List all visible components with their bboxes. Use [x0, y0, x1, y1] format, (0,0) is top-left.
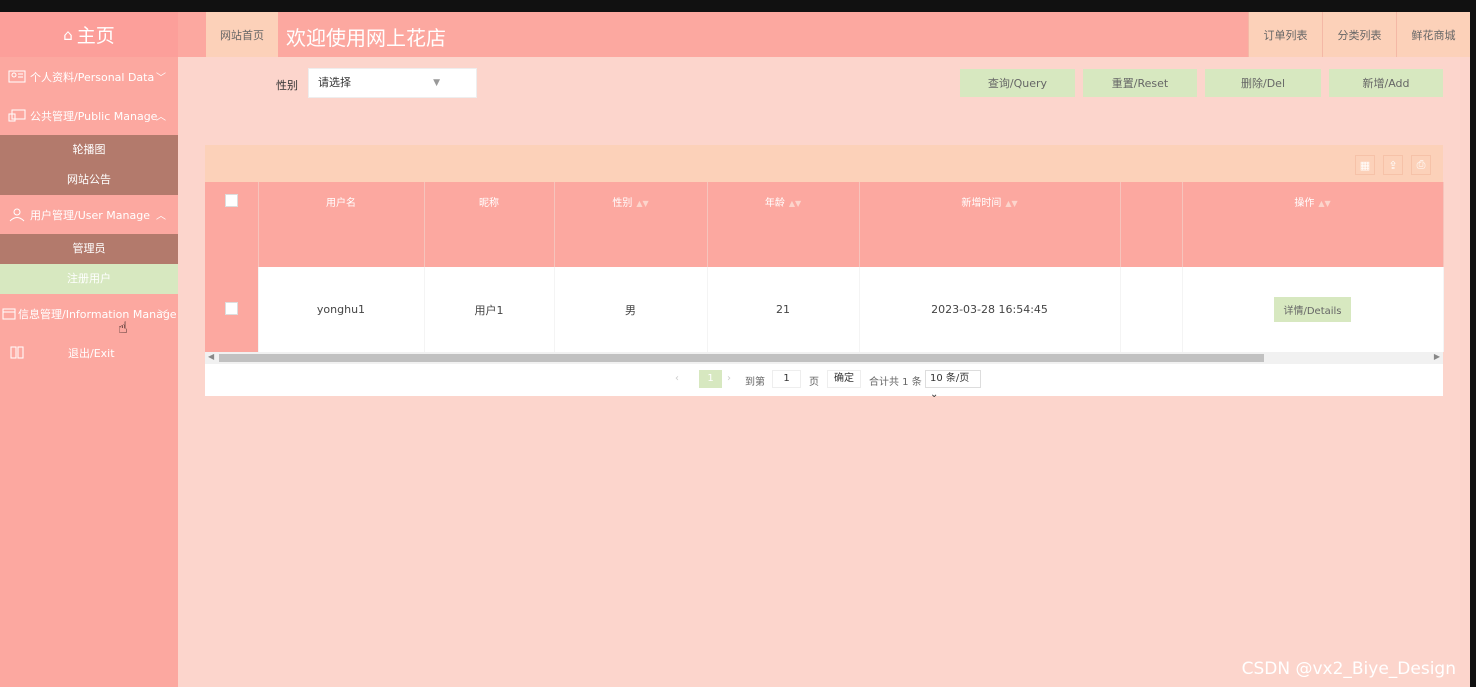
topbar: 网站首页 欢迎使用网上花店 订单列表 分类列表 鲜花商城 — [178, 12, 1470, 57]
sidebar-item-personal-data[interactable]: 个人资料/Personal Data ﹀ — [0, 57, 178, 96]
nav-category-list[interactable]: 分类列表 — [1322, 12, 1396, 57]
column-header-nickname: 昵称 — [424, 182, 555, 267]
cell-created: 2023-03-28 16:54:45 — [859, 267, 1121, 352]
select-all-checkbox[interactable] — [224, 194, 238, 207]
chevron-up-icon: ︿ — [156, 211, 166, 222]
id-card-icon — [8, 70, 26, 84]
row-select-cell — [205, 267, 259, 352]
home-tab[interactable]: 网站首页 — [206, 12, 278, 57]
select-all-header — [205, 182, 259, 267]
sidebar-logo[interactable]: ⌂ 主页 — [0, 12, 178, 57]
submenu-item-admin[interactable]: 管理员 — [0, 234, 178, 264]
cell-gender: 男 — [554, 267, 708, 352]
chevron-down-icon: ﹀ — [158, 310, 168, 321]
cell-blank — [1120, 267, 1183, 352]
cell-age: 21 — [707, 267, 860, 352]
gender-select[interactable]: 请选择 ▼ — [308, 68, 477, 98]
cell-username: yonghu1 — [258, 267, 425, 352]
print-icon[interactable]: ⎙ — [1411, 155, 1431, 175]
sidebar-item-exit[interactable]: 退出/Exit — [0, 333, 178, 372]
details-button[interactable]: 详情/Details — [1274, 297, 1351, 322]
app-window: ⌂ 主页 个人资料/Personal Data ﹀ 公共管理/Public Ma… — [0, 12, 1470, 687]
reset-button[interactable]: 重置/Reset — [1083, 69, 1197, 97]
chevron-up-icon: ︿ — [156, 112, 166, 123]
scroll-right-icon[interactable]: ▶ — [1434, 352, 1440, 361]
user-icon — [8, 208, 26, 222]
sidebar-logo-label: 主页 — [76, 25, 115, 47]
gender-filter-label: 性别 — [276, 79, 298, 92]
table-row: yonghu1 用户1 男 21 2023-03-28 16:54:45 详情/… — [205, 267, 1444, 352]
submenu-user-manage: 管理员 注册用户 — [0, 234, 178, 294]
column-header-username: 用户名 — [258, 182, 425, 267]
query-button[interactable]: 查询/Query — [960, 69, 1075, 97]
sidebar-item-information-manage[interactable]: 信息管理/Information Manage ﹀ — [0, 294, 178, 333]
door-icon — [8, 346, 26, 360]
calendar-icon — [2, 307, 16, 321]
sort-icon[interactable]: ▲▼ — [1005, 199, 1017, 208]
home-icon: ⌂ — [63, 25, 73, 44]
column-header-gender[interactable]: 性别 ▲▼ — [554, 182, 708, 267]
sort-icon[interactable]: ▲▼ — [1318, 199, 1330, 208]
nav-order-list[interactable]: 订单列表 — [1248, 12, 1322, 57]
table-header-row: 用户名 昵称 性别 ▲▼ 年龄 ▲▼ 新增时间 ▲▼ 操作 ▲▼ — [205, 182, 1444, 267]
sidebar-item-user-manage[interactable]: 用户管理/User Manage ︿ — [0, 195, 178, 234]
watermark: CSDN @vx2_Biye_Design — [1241, 659, 1456, 679]
columns-icon[interactable]: ▦ — [1355, 155, 1375, 175]
table-toolbar: ▦ ⇪ ⎙ — [205, 145, 1443, 182]
page-suffix-label: 页 — [809, 377, 819, 388]
total-count: 合计共 1 条 — [869, 377, 922, 388]
scrollbar-thumb[interactable] — [219, 354, 1264, 362]
column-header-actions[interactable]: 操作 ▲▼ — [1182, 182, 1444, 267]
submenu-public-manage: 轮播图 网站公告 — [0, 135, 178, 195]
pagination: ‹ 1 › 到第 1 页 确定 合计共 1 条 10 条/页 ⌄ — [205, 364, 1443, 400]
monitor-icon — [8, 109, 26, 123]
column-header-age[interactable]: 年龄 ▲▼ — [707, 182, 860, 267]
sidebar-item-label: 信息管理/Information Manage — [18, 307, 177, 321]
cell-nickname: 用户1 — [424, 267, 555, 352]
next-page-icon[interactable]: › — [727, 373, 731, 384]
horizontal-scrollbar[interactable]: ◀ ▶ — [205, 352, 1443, 364]
sidebar-item-label: 公共管理/Public Manage — [30, 109, 158, 123]
sidebar: ⌂ 主页 个人资料/Personal Data ﹀ 公共管理/Public Ma… — [0, 12, 178, 687]
table-panel: ▦ ⇪ ⎙ 用户名 昵称 性别 ▲▼ 年龄 ▲▼ 新增时间 ▲▼ 操作 ▲▼ y… — [205, 145, 1444, 400]
scroll-left-icon[interactable]: ◀ — [208, 352, 214, 361]
column-header-blank — [1120, 182, 1183, 267]
page-number-current[interactable]: 1 — [699, 370, 722, 388]
submenu-item-announcement[interactable]: 网站公告 — [0, 165, 178, 195]
delete-button[interactable]: 删除/Del — [1205, 69, 1321, 97]
sort-icon[interactable]: ▲▼ — [789, 199, 801, 208]
chevron-down-icon: ⌄ — [930, 389, 939, 400]
sort-icon[interactable]: ▲▼ — [636, 199, 648, 208]
cell-actions: 详情/Details — [1182, 267, 1444, 352]
users-table: 用户名 昵称 性别 ▲▼ 年龄 ▲▼ 新增时间 ▲▼ 操作 ▲▼ yonghu1 用户1… — [205, 182, 1444, 352]
add-button[interactable]: 新增/Add — [1329, 69, 1443, 97]
nav-flower-mall[interactable]: 鲜花商城 — [1396, 12, 1470, 57]
sidebar-item-label: 退出/Exit — [68, 346, 115, 360]
gender-select-value: 请选择 — [318, 76, 351, 89]
sidebar-item-label: 个人资料/Personal Data — [30, 70, 155, 84]
sidebar-item-public-manage[interactable]: 公共管理/Public Manage ︿ — [0, 96, 178, 135]
top-nav: 订单列表 分类列表 鲜花商城 — [1248, 12, 1470, 57]
goto-label: 到第 — [745, 377, 765, 388]
sidebar-item-label: 用户管理/User Manage — [30, 208, 150, 222]
site-title: 欢迎使用网上花店 — [286, 26, 446, 50]
goto-page-input[interactable]: 1 — [772, 370, 801, 388]
submenu-item-registered-users[interactable]: 注册用户 — [0, 264, 178, 294]
caret-down-icon: ▼ — [433, 78, 440, 88]
chevron-down-icon: ﹀ — [156, 73, 166, 84]
column-header-created[interactable]: 新增时间 ▲▼ — [859, 182, 1121, 267]
prev-page-icon[interactable]: ‹ — [675, 373, 679, 384]
goto-confirm-button[interactable]: 确定 — [827, 370, 861, 388]
row-checkbox[interactable] — [224, 301, 238, 315]
export-icon[interactable]: ⇪ — [1383, 155, 1403, 175]
page-size-select[interactable]: 10 条/页 ⌄ — [925, 370, 981, 400]
submenu-item-carousel[interactable]: 轮播图 — [0, 135, 178, 165]
hand-cursor-icon: ☝ — [118, 318, 128, 337]
